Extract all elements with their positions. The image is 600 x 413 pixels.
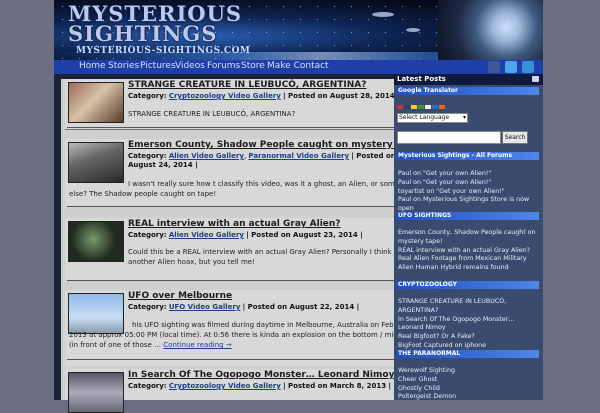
flag-icon[interactable] — [418, 105, 424, 109]
list-item[interactable]: Real Alien Footage from Mexican Military — [398, 255, 540, 264]
flag-icon[interactable] — [439, 105, 445, 109]
nav-make-contact[interactable]: Make Contact — [267, 61, 329, 71]
list-item[interactable]: Werewolf Sighting — [398, 367, 540, 376]
post-excerpt: Could this be a REAL interview with an a… — [128, 248, 403, 266]
google-translator-header: Google Translator — [396, 87, 539, 95]
post-item: Emerson County, Shadow People caught on … — [65, 139, 434, 207]
list-item[interactable]: REAL interview with an actual Gray Alien… — [398, 247, 540, 256]
nav-pictures[interactable]: Pictures — [140, 61, 176, 71]
flag-icon[interactable] — [432, 105, 438, 109]
paranormal-header: THE PARANORMAL — [396, 350, 539, 358]
flag-icon[interactable] — [397, 105, 403, 109]
post-thumbnail[interactable] — [68, 142, 124, 183]
list-item[interactable]: Ghostly Child — [398, 385, 540, 394]
post-thumbnail[interactable] — [68, 372, 124, 413]
main-content: STRANGE CREATURE IN LEUBUCÓ, ARGENTINA? … — [61, 79, 438, 413]
ufo-icon — [406, 28, 420, 32]
chat-icon[interactable] — [532, 76, 539, 82]
nav-videos[interactable]: Videos — [175, 61, 205, 71]
main-nav: Home Stories Pictures Videos Forums Stor… — [54, 60, 543, 74]
list-item[interactable]: In Search Of The Ogopogo Monster… Leonar… — [398, 316, 540, 334]
flag-icon[interactable] — [411, 105, 417, 109]
youtube-icon[interactable] — [522, 61, 534, 73]
forums-header: Mysterious Sightings - All Forums — [396, 152, 539, 160]
nav-home[interactable]: Home — [79, 61, 106, 71]
ufo-icon — [372, 12, 394, 17]
cryptozoology-list: STRANGE CREATURE IN LEUBUCÓ, ARGENTINA? … — [398, 298, 540, 351]
language-select[interactable]: Select Language ▾ — [397, 113, 468, 123]
list-item[interactable]: Poltergeist Demon — [398, 393, 540, 402]
post-title-link[interactable]: REAL interview with an actual Gray Alien… — [128, 219, 341, 229]
post-divider — [67, 280, 431, 281]
category-link[interactable]: Paranormal Video Gallery — [248, 152, 349, 160]
post-divider — [67, 206, 431, 207]
post-item: In Search Of The Ogopogo Monster… Leonar… — [65, 369, 434, 413]
flag-icon[interactable] — [425, 105, 431, 109]
list-item[interactable]: Alien Human Hybrid remains found — [398, 264, 540, 273]
sidebar: Latest Posts Google Translator Select La… — [394, 74, 543, 400]
post-divider — [67, 127, 431, 128]
post-title-link[interactable]: In Search Of The Ogopogo Monster… Leonar… — [128, 370, 394, 380]
forum-list: Paul on "Get your own Alien!" Paul on "G… — [398, 170, 540, 214]
post-meta: Category: Cryptozoology Video Gallery | … — [128, 382, 392, 390]
category-link[interactable]: UFO Video Gallery — [169, 303, 241, 311]
site-header: MYSTERIOUS SIGHTINGS MYSTERIOUS-SIGHTING… — [54, 0, 543, 60]
post-item: REAL interview with an actual Gray Alien… — [65, 218, 434, 281]
cryptozoology-header: CRYPTOZOOLOGY — [396, 281, 539, 289]
ufo-sightings-header: UFO SIGHTINGS — [396, 212, 539, 220]
language-flags — [397, 103, 446, 111]
facebook-icon[interactable] — [488, 61, 500, 73]
post-excerpt: his UFO sighting was filmed during dayti… — [69, 321, 427, 349]
post-meta: Category: Alien Video Gallery, Paranorma… — [128, 152, 396, 169]
post-item: STRANGE CREATURE IN LEUBUCÓ, ARGENTINA? … — [65, 79, 434, 130]
twitter-icon[interactable] — [505, 61, 517, 73]
category-link[interactable]: Cryptozoology Video Gallery — [169, 92, 281, 100]
post-excerpt: STRANGE CREATURE IN LEUBUCÓ, ARGENTINA? — [128, 110, 296, 118]
post-divider — [67, 359, 431, 360]
nav-store[interactable]: Store — [241, 61, 265, 71]
category-link[interactable]: Alien Video Gallery — [169, 152, 244, 160]
list-item[interactable]: Paul on "Get your own Alien!" — [398, 170, 540, 179]
post-excerpt: I wasn't really sure how t classify this… — [69, 180, 418, 198]
search-input[interactable] — [397, 131, 501, 144]
post-meta: Category: Cryptozoology Video Gallery | … — [128, 92, 400, 100]
post-title-link[interactable]: STRANGE CREATURE IN LEUBUCÓ, ARGENTINA? — [128, 80, 366, 90]
post-item: UFO over Melbourne Category: UFO Video G… — [65, 290, 434, 366]
list-item[interactable]: toyartist on "Get your own Alien!" — [398, 188, 540, 197]
site-logo[interactable]: MYSTERIOUS SIGHTINGS — [68, 3, 242, 44]
search-button[interactable]: Search — [502, 131, 528, 144]
chevron-down-icon: ▾ — [462, 114, 466, 121]
flag-icon[interactable] — [404, 105, 410, 109]
list-item[interactable]: Emerson County, Shadow People caught on … — [398, 229, 540, 247]
site-url-logo: MYSTERIOUS-SIGHTINGS.COM — [76, 46, 251, 56]
category-link[interactable]: Alien Video Gallery — [169, 231, 244, 239]
category-link[interactable]: Cryptozoology Video Gallery — [169, 382, 281, 390]
latest-posts-header: Latest Posts — [394, 74, 543, 85]
list-item[interactable]: STRANGE CREATURE IN LEUBUCÓ, ARGENTINA? — [398, 298, 540, 316]
nav-forums[interactable]: Forums — [207, 61, 240, 71]
post-thumbnail[interactable] — [68, 82, 124, 123]
ufo-list: Emerson County, Shadow People caught on … — [398, 229, 540, 273]
alien-eye-image — [438, 0, 543, 60]
post-title-link[interactable]: UFO over Melbourne — [128, 291, 232, 301]
continue-reading-link[interactable]: Continue reading → — [163, 341, 231, 349]
list-item[interactable]: Paul on "Get your own Alien!" — [398, 179, 540, 188]
post-title-link[interactable]: Emerson County, Shadow People caught on … — [128, 140, 423, 150]
post-thumbnail[interactable] — [68, 221, 124, 262]
nav-stories[interactable]: Stories — [108, 61, 139, 71]
list-item[interactable]: Cheer Ghost — [398, 376, 540, 385]
list-item[interactable]: Real Bigfoot? Or A Fake? — [398, 333, 540, 342]
post-meta: Category: UFO Video Gallery | Posted on … — [128, 303, 360, 311]
post-meta: Category: Alien Video Gallery | Posted o… — [128, 231, 363, 239]
paranormal-list: Werewolf Sighting Cheer Ghost Ghostly Ch… — [398, 367, 540, 402]
